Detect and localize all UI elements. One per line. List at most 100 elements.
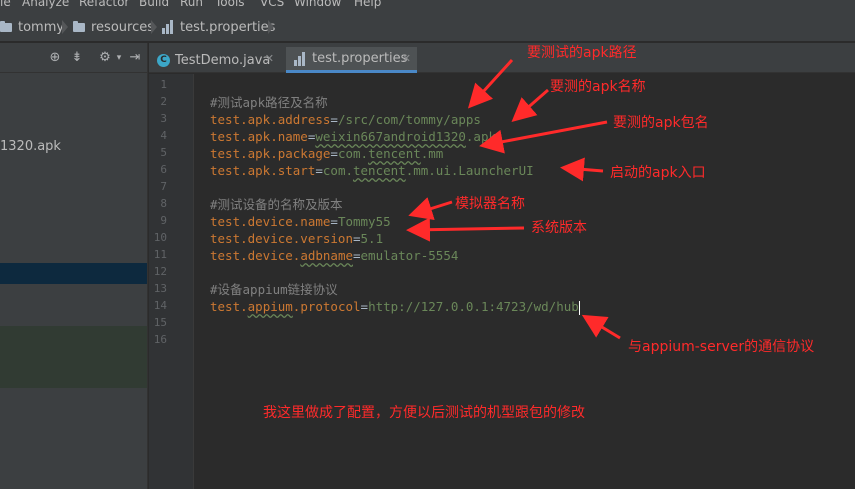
code-line[interactable]: test.appium.protocol=http://127.0.0.1:47… (210, 298, 580, 315)
property-value: weixin667android1320.apk (315, 129, 496, 144)
property-value: com.tencent.mm.ui.LauncherUI (322, 163, 534, 178)
menu-run[interactable]: Run (180, 0, 203, 9)
equals-sign: = (330, 146, 338, 161)
spellcheck-word: adbname (300, 248, 353, 263)
chevron-right-icon (62, 20, 70, 34)
line-number: 1 (160, 78, 167, 91)
line-number: 8 (160, 197, 167, 210)
menu-vcs[interactable]: VCS (260, 0, 284, 9)
code-line[interactable]: test.device.adbname=emulator-5554 (210, 247, 458, 264)
property-key: test.apk.name (210, 129, 308, 144)
menu-bar: le Analyze Refactor Build Run Tools VCS … (0, 0, 855, 11)
comment-text: #测试apk路径及名称 (210, 95, 328, 110)
property-value: /src/com/tommy/apps (337, 112, 481, 127)
tab-testdemo-java[interactable]: C TestDemo.java ✕ (149, 47, 280, 73)
editor-tab-bar: C TestDemo.java ✕ test.properties ✕ (149, 43, 855, 73)
line-number: 11 (153, 248, 167, 261)
line-number: 7 (160, 180, 167, 193)
properties-file-icon (162, 20, 175, 34)
line-number-gutter: 1 2 3 4 5 6 7 8 9 10 11 12 13 14 15 16 (149, 74, 194, 489)
collapse-icon[interactable]: ⇟ (70, 51, 84, 65)
annotation-appium-protocol: 与appium-server的通信协议 (628, 339, 815, 355)
property-key: test.device.version (210, 231, 353, 246)
code-line[interactable]: test.apk.address=/src/com/tommy/apps (210, 111, 481, 128)
line-number: 3 (160, 112, 167, 125)
annotation-device-version: 系统版本 (531, 220, 587, 236)
annotation-device-name: 模拟器名称 (455, 196, 525, 212)
line-number: 14 (153, 299, 167, 312)
line-number: 5 (160, 146, 167, 159)
code-line[interactable]: test.apk.name=weixin667android1320.apk (210, 128, 496, 145)
property-value: com.tencent.mm (337, 146, 444, 161)
line-number: 4 (160, 129, 167, 142)
chevron-down-icon[interactable]: ▾ (112, 51, 126, 65)
property-key: test.appium.protocol (210, 299, 361, 314)
code-line[interactable]: test.apk.package=com.tencent.mm (210, 145, 443, 162)
comment-text: #测试设备的名称及版本 (210, 197, 343, 212)
tree-item-apk[interactable]: 1320.apk (0, 139, 61, 154)
tab-test-properties[interactable]: test.properties ✕ (286, 47, 417, 73)
close-icon[interactable]: ✕ (402, 52, 411, 65)
property-key: test.apk.address (210, 112, 331, 127)
menu-tools[interactable]: Tools (215, 0, 245, 9)
menu-refactor[interactable]: Refactor (79, 0, 129, 9)
spellcheck-word: tencent (353, 163, 406, 178)
code-editor[interactable]: #测试apk路径及名称 test.apk.address=/src/com/tom… (210, 74, 855, 489)
equals-sign: = (330, 214, 338, 229)
menu-build[interactable]: Build (139, 0, 169, 9)
gear-icon[interactable]: ⚙ (98, 51, 112, 65)
properties-file-icon (294, 51, 307, 66)
breadcrumb-file[interactable]: test.properties (162, 18, 275, 36)
code-line[interactable]: test.apk.start=com.tencent.mm.ui.Launche… (210, 162, 534, 179)
annotation-summary: 我这里做成了配置，方便以后测试的机型跟包的修改 (263, 405, 585, 421)
breadcrumb-tommy[interactable]: tommy (0, 18, 64, 36)
project-panel-toolbar: ⊕ ⇟ ⚙ ▾ ⇥ (0, 43, 148, 73)
tree-selected-row[interactable] (0, 263, 147, 284)
line-number: 12 (153, 265, 167, 278)
line-number: 16 (153, 333, 167, 346)
folder-icon (73, 20, 85, 32)
locate-icon[interactable]: ⊕ (48, 51, 62, 65)
property-value: 5.1 (360, 231, 384, 246)
annotation-apk-start: 启动的apk入口 (610, 165, 706, 181)
breadcrumb-resources[interactable]: resources (73, 18, 154, 36)
line-number: 15 (153, 316, 167, 329)
equals-sign: = (315, 163, 323, 178)
code-line[interactable]: test.device.name=Tommy55 (210, 213, 391, 230)
menu-file[interactable]: le (0, 0, 11, 9)
annotation-apk-name: 要测的apk名称 (550, 79, 646, 95)
property-key: test.apk.package (210, 146, 331, 161)
code-line[interactable]: test.device.version=5.1 (210, 230, 383, 247)
menu-help[interactable]: Help (354, 0, 381, 9)
close-icon[interactable]: ✕ (265, 52, 274, 65)
spellcheck-word: appium (247, 299, 293, 314)
code-line[interactable]: #设备appium链接协议 (210, 281, 338, 298)
spellcheck-word: weixin667android1320 (315, 129, 466, 144)
equals-sign: = (353, 231, 361, 246)
line-number: 2 (160, 95, 167, 108)
folder-icon (0, 20, 12, 32)
navigation-bar: tommy resources test.properties (0, 11, 855, 42)
chevron-right-icon (268, 20, 276, 34)
code-line[interactable]: #测试apk路径及名称 (210, 94, 328, 111)
comment-text: #设备appium链接协议 (210, 282, 338, 297)
menu-window[interactable]: Window (294, 0, 341, 9)
line-number: 9 (160, 214, 167, 227)
line-number: 13 (153, 282, 167, 295)
java-class-icon: C (157, 53, 170, 67)
property-value: http://127.0.0.1:4723/wd/hub (368, 299, 579, 314)
code-line[interactable]: #测试设备的名称及版本 (210, 196, 343, 213)
breadcrumb-label: tommy (18, 19, 65, 35)
line-number: 10 (153, 231, 167, 244)
property-key: test.apk.start (210, 163, 316, 178)
text-caret (578, 300, 580, 315)
equals-sign: = (360, 299, 369, 314)
line-number: 6 (160, 163, 167, 176)
project-panel: ⊕ ⇟ ⚙ ▾ ⇥ 1320.apk (0, 43, 148, 489)
property-value: Tommy55 (337, 214, 391, 229)
breadcrumb-label: resources (91, 19, 155, 35)
menu-analyze[interactable]: Analyze (22, 0, 69, 9)
hide-panel-icon[interactable]: ⇥ (128, 51, 142, 65)
property-key: test.device.name (210, 214, 331, 229)
tree-highlight-row (0, 326, 147, 388)
